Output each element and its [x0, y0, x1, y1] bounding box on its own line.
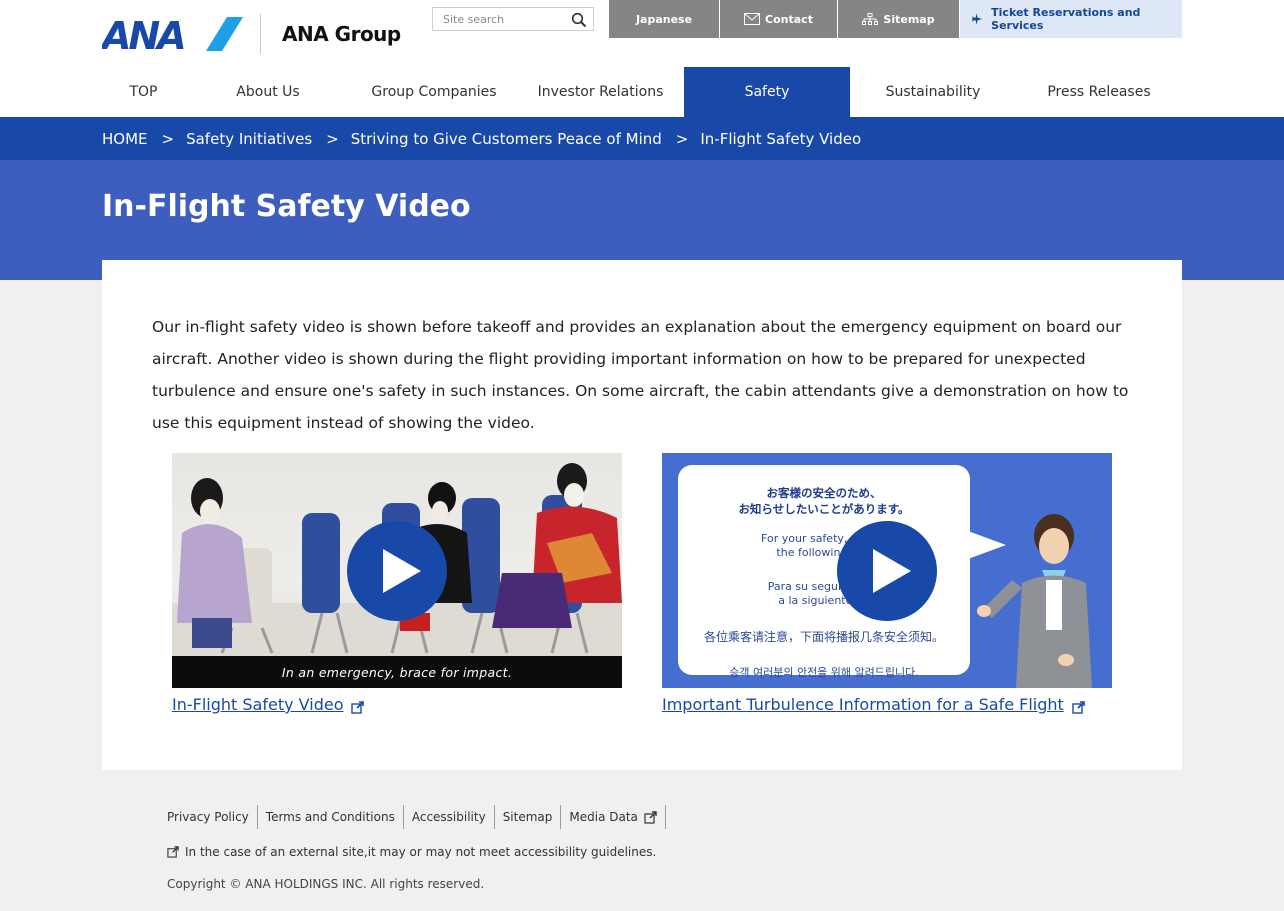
breadcrumb-peace-of-mind[interactable]: Striving to Give Customers Peace of Mind: [351, 130, 662, 148]
play-icon: [873, 549, 911, 593]
breadcrumb-separator: >: [675, 129, 689, 148]
breadcrumb-bar: HOME > Safety Initiatives > Striving to …: [0, 117, 1284, 160]
svg-text:ANA: ANA: [102, 15, 184, 53]
sitemap-button[interactable]: Sitemap: [838, 0, 959, 38]
japanese-button[interactable]: Japanese: [609, 0, 719, 38]
nav-group-companies[interactable]: Group Companies: [351, 67, 517, 117]
nav-press-releases[interactable]: Press Releases: [1016, 67, 1182, 117]
bubble-chinese: 各位乘客请注意，下面将播报几条安全须知。: [703, 630, 944, 644]
external-link-icon: [167, 846, 179, 858]
breadcrumb-separator: >: [326, 129, 339, 148]
ana-logo[interactable]: ANA ANA Group: [102, 14, 401, 54]
ana-logo-icon: ANA: [102, 15, 243, 53]
airplane-icon: [972, 13, 983, 25]
video-link-label: In-Flight Safety Video: [172, 695, 344, 714]
mail-icon: [744, 13, 761, 25]
bubble-korean: 승객 여러분의 안전을 위해 알려드립니다.: [729, 666, 919, 679]
sitemap-icon: [862, 12, 879, 25]
japanese-label: Japanese: [635, 12, 693, 26]
nav-top[interactable]: TOP: [102, 67, 185, 117]
external-site-note-text: In the case of an external site,it may o…: [185, 845, 657, 859]
footer-accessibility[interactable]: Accessibility: [404, 805, 495, 829]
site-header: ANA ANA Group Japanese Contact: [0, 0, 1284, 117]
video-link-safety[interactable]: In-Flight Safety Video: [172, 695, 622, 714]
bubble-japanese: お客様の安全のため、 お知らせしたいことがあります。: [738, 486, 910, 516]
logo-group-label: ANA Group: [282, 22, 401, 46]
footer-media-data[interactable]: Media Data: [561, 805, 666, 829]
site-footer: Privacy Policy Terms and Conditions Acce…: [0, 790, 1284, 911]
page-title: In-Flight Safety Video: [102, 189, 471, 224]
contact-button[interactable]: Contact: [720, 0, 837, 38]
cabin-attendant-illustration: [977, 514, 1092, 688]
external-site-note: In the case of an external site,it may o…: [167, 845, 656, 859]
nav-safety[interactable]: Safety: [684, 67, 850, 117]
video-caption: In an emergency, brace for impact.: [172, 656, 622, 688]
footer-sitemap[interactable]: Sitemap: [495, 805, 562, 829]
copyright: Copyright © ANA HOLDINGS INC. All rights…: [167, 877, 485, 891]
main-content: Our in-flight safety video is shown befo…: [102, 260, 1182, 770]
external-link-icon: [1072, 700, 1085, 714]
sitemap-label: Sitemap: [883, 12, 935, 26]
video-link-turbulence[interactable]: Important Turbulence Information for a S…: [662, 695, 1112, 714]
ticket-reservations-button[interactable]: Ticket Reservations and Services: [960, 0, 1182, 38]
video-thumbnail-safety[interactable]: In an emergency, brace for impact.: [172, 453, 622, 688]
video-card-safety: In an emergency, brace for impact. In-Fl…: [172, 453, 622, 714]
ticket-label: Ticket Reservations and Services: [991, 6, 1141, 32]
breadcrumb-current: In-Flight Safety Video: [700, 129, 862, 148]
play-button[interactable]: [347, 521, 447, 621]
logo-divider: [260, 14, 261, 54]
utility-nav: Japanese Contact Sitemap Ticket Reservat…: [609, 0, 1182, 38]
search-icon[interactable]: [571, 12, 587, 28]
site-search: [432, 7, 594, 31]
play-button[interactable]: [837, 521, 937, 621]
footer-links: Privacy Policy Terms and Conditions Acce…: [167, 805, 666, 829]
video-thumbnail-turbulence[interactable]: お客様の安全のため、 お知らせしたいことがあります。 For your safe…: [662, 453, 1112, 688]
breadcrumb-home[interactable]: HOME: [102, 130, 148, 148]
breadcrumb: HOME > Safety Initiatives > Striving to …: [102, 117, 861, 160]
video-card-turbulence: お客様の安全のため、 お知らせしたいことがあります。 For your safe…: [662, 453, 1112, 714]
external-link-icon: [644, 810, 657, 824]
nav-sustainability[interactable]: Sustainability: [850, 67, 1016, 117]
footer-terms[interactable]: Terms and Conditions: [258, 805, 404, 829]
nav-about-us[interactable]: About Us: [185, 67, 351, 117]
contact-label: Contact: [765, 12, 813, 26]
global-nav: TOP About Us Group Companies Investor Re…: [102, 67, 1182, 117]
intro-paragraph: Our in-flight safety video is shown befo…: [152, 318, 1129, 432]
footer-media-data-label: Media Data: [569, 810, 638, 824]
breadcrumb-safety-initiatives[interactable]: Safety Initiatives: [186, 130, 312, 148]
breadcrumb-separator: >: [161, 129, 175, 148]
play-icon: [383, 549, 421, 593]
external-link-icon: [351, 700, 365, 714]
search-input[interactable]: [433, 8, 563, 31]
video-link-label: Important Turbulence Information for a S…: [662, 695, 1064, 714]
nav-investor-relations[interactable]: Investor Relations: [517, 67, 684, 117]
footer-privacy-policy[interactable]: Privacy Policy: [167, 805, 258, 829]
